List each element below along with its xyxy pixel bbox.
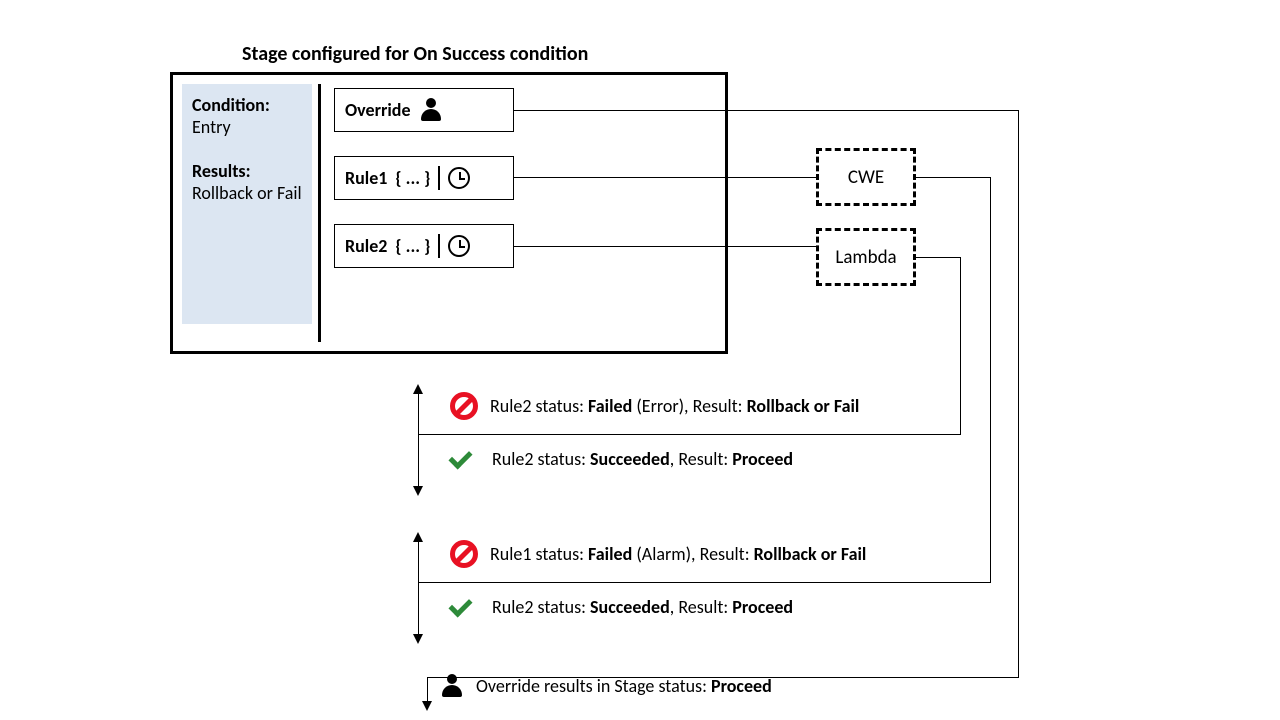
connector-override-down — [1018, 110, 1019, 677]
connector-lambda-out — [916, 257, 960, 258]
rule2-box: Rule2 { ... } — [334, 224, 514, 268]
person-icon — [440, 674, 464, 698]
override-outcome-text: Override results in Stage status: Procee… — [476, 675, 772, 697]
check-icon — [450, 449, 480, 469]
rule2-succeeded-text: Rule2 status: Succeeded, Result: Proceed — [492, 448, 793, 470]
rule1-box: Rule1 { ... } — [334, 156, 514, 200]
rule1-body: { ... } — [395, 167, 430, 189]
results-value: Rollback or Fail — [192, 182, 302, 204]
arrow-down-icon — [422, 701, 432, 711]
condition-value: Entry — [192, 116, 302, 138]
override-outcome-vertical — [427, 677, 428, 703]
override-box: Override — [334, 88, 514, 132]
connector-cwe-mid — [418, 582, 991, 583]
override-label: Override — [345, 99, 411, 121]
outcome-vertical-2 — [418, 540, 419, 636]
forbidden-icon — [450, 540, 478, 568]
person-icon — [419, 98, 443, 122]
lambda-label: Lambda — [835, 246, 896, 269]
lambda-box: Lambda — [816, 228, 916, 286]
outcome-vertical — [418, 392, 419, 488]
cwe-box: CWE — [816, 148, 916, 206]
rule2-label: Rule2 — [345, 235, 387, 257]
rule1-failed-text: Rule1 status: Failed (Alarm), Result: Ro… — [490, 543, 866, 565]
results-heading: Results: — [192, 160, 302, 182]
rule2-body: { ... } — [395, 235, 430, 257]
connector-rule1-cwe — [514, 177, 816, 178]
condition-heading: Condition: — [192, 94, 302, 116]
connector-lambda-mid — [418, 434, 961, 435]
diagram-title: Stage configured for On Success conditio… — [242, 42, 588, 66]
rule1-divider — [438, 166, 440, 190]
forbidden-icon — [450, 392, 478, 420]
override-outcome-row: Override results in Stage status: Procee… — [440, 674, 772, 698]
rule1-label: Rule1 — [345, 167, 387, 189]
rule2b-succeeded-row: Rule2 status: Succeeded, Result: Proceed — [450, 596, 793, 618]
rule2-failed-row: Rule2 status: Failed (Error), Result: Ro… — [450, 392, 859, 420]
connector-cwe-out — [916, 177, 990, 178]
clock-icon — [448, 235, 470, 257]
connector-lambda-down — [960, 257, 961, 434]
connector-cwe-down — [990, 177, 991, 582]
panel-divider — [318, 84, 321, 342]
rule1-failed-row: Rule1 status: Failed (Alarm), Result: Ro… — [450, 540, 866, 568]
connector-override-out — [514, 110, 1018, 111]
rule2-succeeded-row: Rule2 status: Succeeded, Result: Proceed — [450, 448, 793, 470]
check-icon — [450, 597, 480, 617]
condition-panel: Condition: Entry Results: Rollback or Fa… — [182, 84, 312, 324]
arrow-down-icon — [413, 634, 423, 644]
rule2-divider — [438, 234, 440, 258]
clock-icon — [448, 167, 470, 189]
rule2b-succeeded-text: Rule2 status: Succeeded, Result: Proceed — [492, 596, 793, 618]
connector-rule2-lambda — [514, 246, 816, 247]
arrow-down-icon — [413, 486, 423, 496]
cwe-label: CWE — [848, 166, 884, 189]
rule2-failed-text: Rule2 status: Failed (Error), Result: Ro… — [490, 395, 859, 417]
